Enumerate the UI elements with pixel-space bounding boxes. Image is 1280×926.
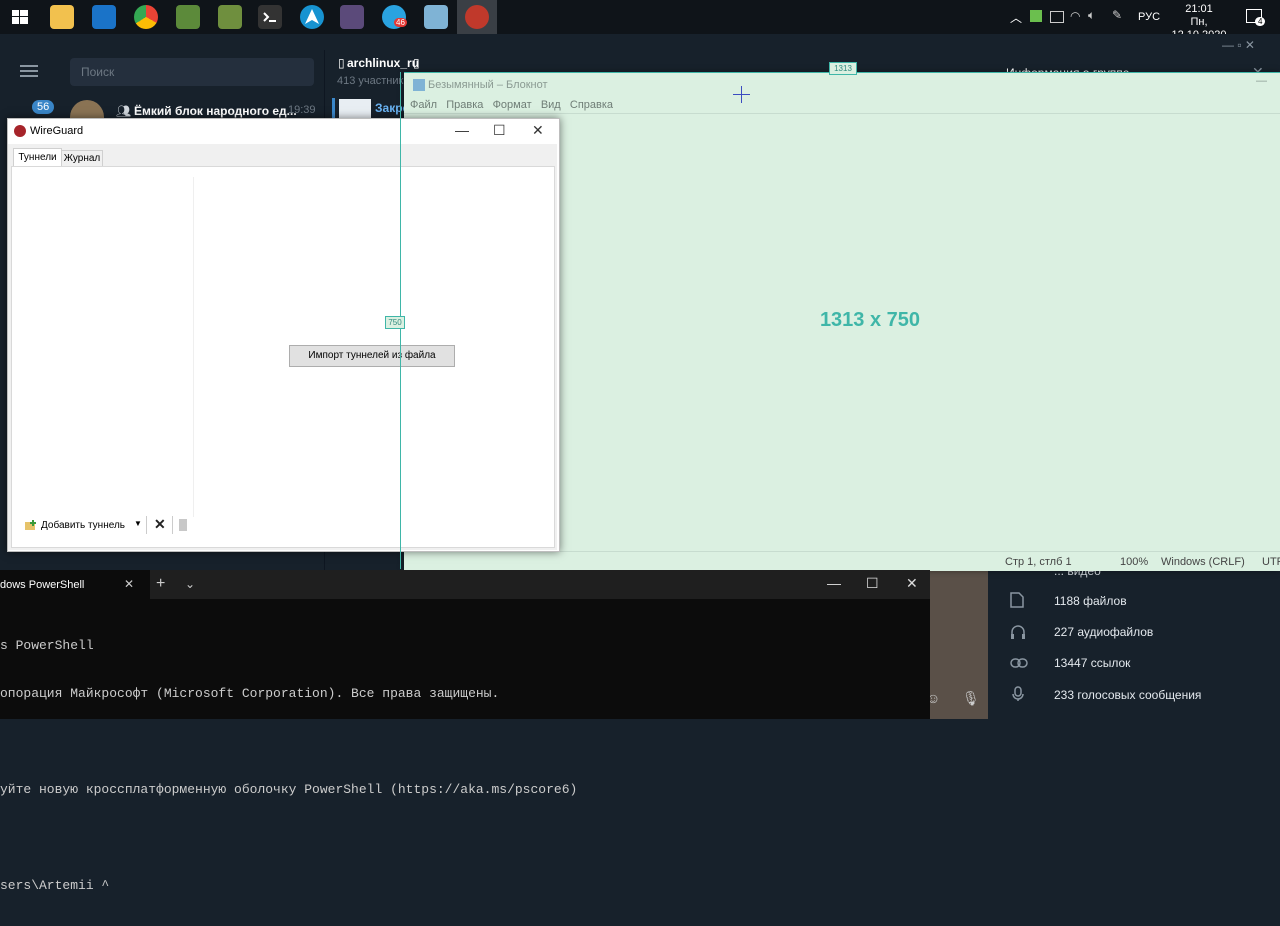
nvidia-icon[interactable] xyxy=(1030,10,1042,22)
add-tunnel-icon xyxy=(24,518,38,530)
status-bar: Стр 1, стлб 1 100% Windows (CRLF) UTF xyxy=(404,551,1280,572)
tray-chevron-icon[interactable]: ︿ xyxy=(1010,9,1022,26)
terminal-prompt: sers\Artemii ^ xyxy=(0,878,110,893)
maximize-button[interactable]: ☐ xyxy=(866,575,879,592)
menu-help[interactable]: Справка xyxy=(570,99,613,111)
notepad-menu: Файл Правка Формат Вид Справка xyxy=(410,99,613,111)
channel-lock-icon: ▯ xyxy=(338,56,345,70)
voice-record-icon[interactable]: 🎙︎ xyxy=(962,690,980,707)
mail-icon[interactable] xyxy=(92,5,116,29)
status-zoom: 100% xyxy=(1120,556,1149,568)
toolbar-separator-2 xyxy=(172,516,173,534)
tab-log[interactable]: Журнал xyxy=(61,150,103,167)
pinned-thumbnail xyxy=(339,99,371,119)
minimize-button[interactable]: — xyxy=(1256,75,1267,87)
telegram-window-controls[interactable]: — ▫ ✕ xyxy=(1222,38,1255,52)
arch-icon[interactable] xyxy=(300,5,324,29)
minecraft-icon[interactable] xyxy=(176,5,200,29)
pen-icon[interactable]: ✎ xyxy=(1112,8,1122,22)
crosshair-icon xyxy=(733,86,750,103)
folder-item[interactable]: 56 xyxy=(0,96,62,120)
chat-title[interactable]: Ёмкий блок народного ед... xyxy=(134,104,297,118)
language-indicator[interactable]: РУС xyxy=(1138,11,1160,23)
terminal-line: s PowerShell xyxy=(0,638,94,653)
tab-dropdown-icon[interactable]: ⌄ xyxy=(185,577,195,591)
headphones-icon xyxy=(1010,624,1026,645)
width-tag: 1313 xyxy=(829,62,857,75)
link-icon xyxy=(1010,656,1028,674)
file-explorer-icon[interactable] xyxy=(50,5,74,29)
notepad-icon[interactable] xyxy=(424,5,448,29)
menu-format[interactable]: Формат xyxy=(493,99,532,111)
minecraft-launcher-icon[interactable] xyxy=(218,5,242,29)
wireguard-logo-icon xyxy=(14,125,26,137)
toolbar-separator xyxy=(146,516,147,534)
notification-count: 4 xyxy=(1255,17,1266,26)
terminal-line: опорация Майкрософт (Microsoft Corporati… xyxy=(0,686,500,701)
channel-badge-icon: ▯ xyxy=(413,56,420,70)
network-icon[interactable] xyxy=(1050,11,1064,23)
pinned-bar xyxy=(332,98,335,120)
status-eol: Windows (CRLF) xyxy=(1161,556,1245,568)
channel-name[interactable]: archlinux_ru xyxy=(347,56,419,70)
tunnel-list[interactable] xyxy=(13,177,194,517)
chat-time: 19:39 xyxy=(288,104,316,116)
height-tag: 750 xyxy=(385,316,405,329)
notepad-title: Безымянный – Блокнот xyxy=(428,79,548,91)
delete-tunnel-icon[interactable]: ✕ xyxy=(154,516,166,533)
group-icon: 👥︎ xyxy=(116,104,132,118)
close-button[interactable]: ✕ xyxy=(906,575,918,592)
new-tab-icon[interactable]: + xyxy=(156,575,165,593)
stat-links[interactable]: 13447 ссылок xyxy=(1054,656,1130,670)
clock-time: 21:01 xyxy=(1185,3,1213,15)
stat-audio[interactable]: 227 аудиофайлов xyxy=(1054,625,1153,639)
taskbar: 46 ︿ ◠ 🔈︎ ✎ РУС 21:01 Пн, 12.10.2020 4 xyxy=(0,0,1280,41)
file-icon xyxy=(1010,592,1024,613)
close-button[interactable]: ✕ xyxy=(532,122,544,139)
export-tunnels-icon[interactable] xyxy=(179,519,187,531)
wireguard-window: WireGuard — ☐ ✕ Туннели Журнал Импорт ту… xyxy=(7,118,560,552)
terminal-tab-title: dows PowerShell xyxy=(0,579,85,591)
minimize-button[interactable]: — xyxy=(455,122,469,138)
terminal-line: уйте новую кроссплатформенную оболочку P… xyxy=(0,782,578,797)
terminal-icon[interactable] xyxy=(258,5,282,29)
notepad-app-icon xyxy=(413,79,425,91)
maximize-button[interactable]: ☐ xyxy=(493,122,506,139)
search-input[interactable]: Поиск xyxy=(70,58,314,86)
powershell-window: dows PowerShell ✕ + ⌄ — ☐ ✕ s PowerShell… xyxy=(0,570,930,893)
telegram-badge: 46 xyxy=(394,18,407,27)
telegram-icon[interactable]: 46 xyxy=(382,5,407,29)
stat-files[interactable]: 1188 файлов xyxy=(1054,594,1127,608)
add-tunnel-button[interactable]: Добавить туннель xyxy=(41,520,125,531)
windows-start-icon[interactable] xyxy=(8,5,32,29)
menu-file[interactable]: Файл xyxy=(410,99,437,111)
tab-tunnels[interactable]: Туннели xyxy=(13,148,62,167)
wireguard-icon xyxy=(465,5,489,29)
chrome-icon[interactable] xyxy=(134,5,158,29)
terminal-tab[interactable]: dows PowerShell ✕ xyxy=(0,570,150,599)
app-icon[interactable] xyxy=(340,5,364,29)
terminal-output[interactable]: s PowerShell опорация Майкрософт (Micros… xyxy=(0,606,920,926)
notification-icon[interactable]: 4 xyxy=(1246,9,1266,26)
menu-icon[interactable] xyxy=(20,64,38,78)
import-tunnels-button[interactable]: Импорт туннелей из файла xyxy=(289,345,455,367)
selection-size-label: 1313 x 750 xyxy=(819,309,921,331)
status-position: Стр 1, стлб 1 xyxy=(1005,556,1072,568)
wireguard-title: WireGuard xyxy=(30,125,84,137)
add-tunnel-dropdown-icon[interactable]: ▼ xyxy=(134,519,142,528)
status-encoding: UTF xyxy=(1262,556,1280,568)
minimize-button[interactable]: — xyxy=(827,575,841,591)
volume-icon[interactable]: 🔈︎ xyxy=(1088,8,1095,23)
mic-icon xyxy=(1012,686,1024,707)
wifi-icon[interactable]: ◠ xyxy=(1070,9,1080,23)
tab-close-icon[interactable]: ✕ xyxy=(124,577,134,591)
menu-edit[interactable]: Правка xyxy=(446,99,483,111)
channel-members: 413 участник xyxy=(337,75,404,87)
menu-view[interactable]: Вид xyxy=(541,99,561,111)
active-task[interactable] xyxy=(457,0,497,34)
stat-voice[interactable]: 233 голосовых сообщения xyxy=(1054,688,1201,702)
unread-badge: 56 xyxy=(32,100,55,114)
